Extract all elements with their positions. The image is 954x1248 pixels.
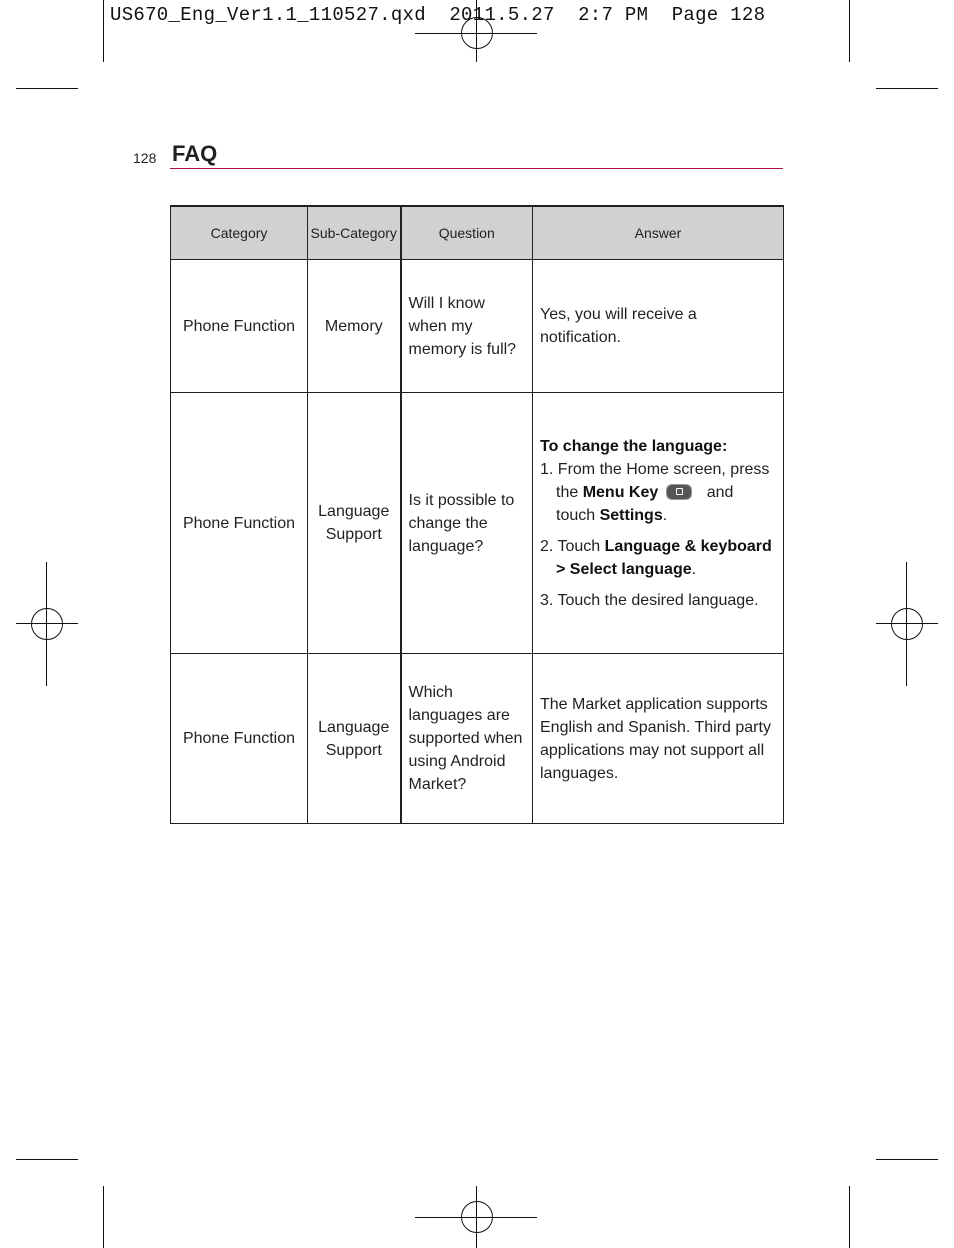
crop-mark [103,0,104,62]
step-text: 2. Touch [540,537,605,555]
cell-answer: To change the language: 1. From the Home… [532,392,784,654]
crop-mark [16,1159,78,1160]
menu-key-icon [666,484,693,501]
table-header-row: Category Sub-Category Question Answer [170,205,784,260]
step-text: . [662,506,668,524]
registration-circle [891,608,923,640]
header-subcategory: Sub-Category [307,205,401,260]
cell-question: Which languages are supported when using… [399,653,533,824]
cell-question: Is it possible to change the language? [399,392,533,654]
crop-mark [849,0,850,62]
table-row: Phone Function Language Support Which la… [170,653,784,824]
cell-category: Phone Function [170,392,308,654]
header-answer: Answer [532,205,784,260]
cell-category: Phone Function [170,653,308,824]
faq-table: Category Sub-Category Question Answer Ph… [170,205,784,824]
cell-subcategory: Memory [307,259,401,393]
crop-mark [16,88,78,89]
answer-intro: To change the language: [540,437,728,455]
cell-category: Phone Function [170,259,308,393]
table-row: Phone Function Memory Will I know when m… [170,259,784,393]
answer-step-1: 1. From the Home screen, press the Menu … [540,458,776,527]
answer-step-2: 2. Touch Language & keyboard > Select la… [540,535,776,581]
settings-label: Settings [599,506,663,524]
menu-key-label: Menu Key [582,483,659,501]
header-category: Category [170,205,308,260]
cell-answer: Yes, you will receive a notification. [532,259,784,393]
registration-circle [461,17,493,49]
title-rule [170,168,783,169]
step-text: . [691,560,697,578]
registration-circle [31,608,63,640]
header-question: Question [399,205,533,260]
cell-subcategory: Language Support [307,653,401,824]
section-title: FAQ [172,141,218,166]
crop-mark [876,1159,938,1160]
cell-question: Will I know when my memory is full? [399,259,533,393]
crop-mark [876,88,938,89]
cell-answer: The Market application supports English … [532,653,784,824]
answer-step-3: 3. Touch the desired language. [540,591,759,609]
crop-mark [103,1186,104,1248]
table-row: Phone Function Language Support Is it po… [170,392,784,654]
crop-mark [849,1186,850,1248]
page-number: 128 [133,150,157,166]
print-slug: US670_Eng_Ver1.1_110527.qxd 2011.5.27 2:… [110,4,766,26]
registration-circle [461,1201,493,1233]
cell-subcategory: Language Support [307,392,401,654]
